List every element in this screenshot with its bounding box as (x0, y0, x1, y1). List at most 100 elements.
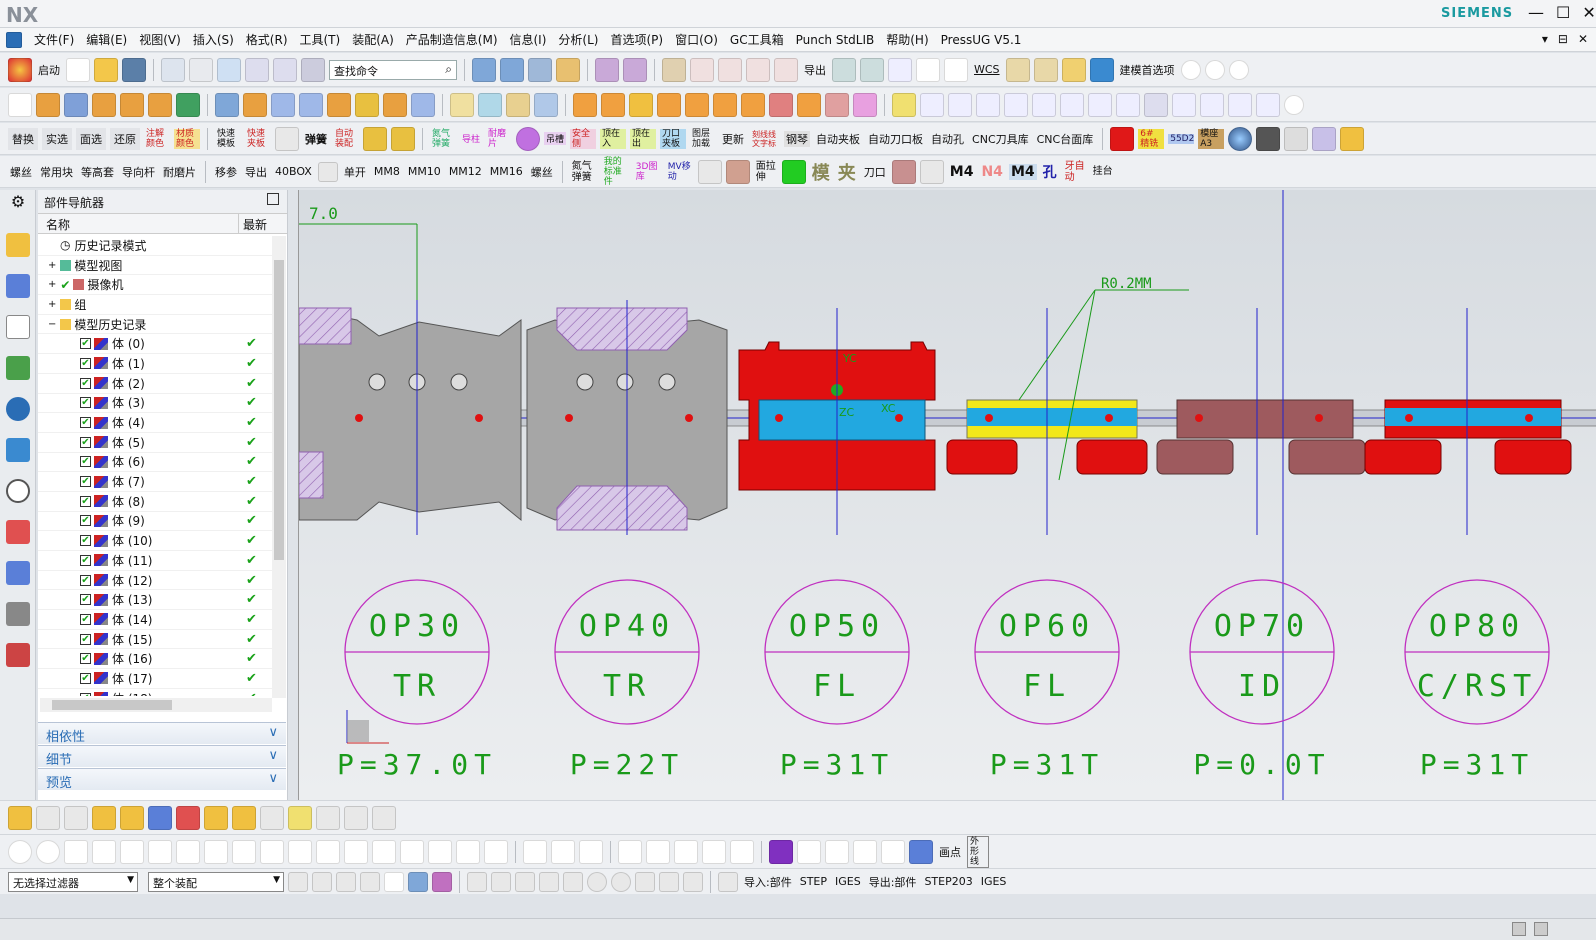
m4-button[interactable]: M4 (948, 164, 976, 180)
visibility-checkbox[interactable]: ✔ (80, 554, 91, 566)
assembly-navigator-icon[interactable] (6, 233, 30, 257)
auto-clamp-button[interactable]: 自动夹板 (814, 131, 862, 147)
visibility-checkbox[interactable]: ✔ (80, 574, 91, 586)
import-step-button[interactable]: STEP (798, 875, 829, 888)
sheet-icon-5[interactable] (506, 92, 530, 117)
mirror-assembly-icon[interactable] (92, 805, 116, 830)
cnc-tool-library-button[interactable]: CNC刀具库 (970, 131, 1031, 147)
menu-pmi[interactable]: 产品制造信息(M) (400, 31, 504, 48)
tree-node-body[interactable]: ✔ 体 (14) ✔ (38, 610, 272, 630)
selection-filter-dropdown[interactable]: 无选择过滤器 ▼ (8, 871, 138, 892)
tree-node-body[interactable]: ✔ 体 (18) ✔ (38, 689, 272, 696)
assembly-icon-6[interactable] (713, 92, 737, 117)
points-icon[interactable] (702, 839, 726, 864)
circle-2-icon[interactable] (344, 839, 368, 864)
solid-icon-4[interactable] (327, 92, 351, 117)
screw-2-button[interactable]: 螺丝 (529, 164, 555, 180)
note-color-button[interactable]: 注解颜色 (144, 129, 170, 149)
hoist-slot-button[interactable]: 吊槽 (544, 132, 567, 145)
solid-tool-icon-1[interactable] (363, 126, 387, 151)
mm8-button[interactable]: MM8 (372, 165, 402, 178)
tree-node-body[interactable]: ✔ 体 (17) ✔ (38, 669, 272, 689)
curve-icon-2[interactable] (690, 57, 714, 82)
constraint-navigator-icon[interactable] (6, 274, 30, 298)
part-navigator-icon[interactable] (6, 315, 30, 339)
line-4-icon[interactable] (232, 839, 256, 864)
assembly-icon-4[interactable] (657, 92, 681, 117)
solid-icon-5[interactable] (355, 92, 379, 117)
line-icon[interactable] (888, 57, 912, 82)
visibility-checkbox[interactable]: ✔ (80, 535, 91, 547)
assembly-icon-7[interactable] (741, 92, 765, 117)
rotate-arc-icon[interactable] (523, 839, 547, 864)
settings-gear-icon[interactable] (1312, 126, 1337, 151)
tree-node-body[interactable]: ✔ 体 (2) ✔ (38, 374, 272, 394)
surface-icon-1[interactable] (472, 57, 496, 82)
restore-doc-button[interactable]: ⊟ (1558, 32, 1568, 46)
tree-node-body[interactable]: ✔ 体 (10) ✔ (38, 531, 272, 551)
mm16-button[interactable]: MM16 (488, 165, 525, 178)
solid-icon-6[interactable] (383, 92, 407, 117)
3d-library-button[interactable]: 3D图库 (634, 162, 662, 182)
view-fit-icon[interactable] (217, 57, 241, 82)
link-icon[interactable] (892, 92, 916, 117)
tree-node-body[interactable]: ✔ 体 (1) ✔ (38, 354, 272, 374)
visibility-checkbox[interactable]: ✔ (80, 417, 91, 429)
navigator-vscrollbar[interactable] (272, 236, 286, 698)
my-standard-parts-button[interactable]: 我的标准件 (602, 157, 630, 187)
cutter-plate-button[interactable]: 刀口夹板 (660, 128, 687, 149)
arrow-right-icon[interactable] (1089, 57, 1114, 82)
menu-info[interactable]: 信息(I) (504, 31, 553, 48)
column-latest[interactable]: 最新 (238, 214, 276, 233)
solid-icon-2[interactable] (271, 92, 295, 117)
rect-select-3-icon[interactable] (384, 871, 404, 892)
corner-icon[interactable] (730, 839, 754, 864)
tree-node-body[interactable]: ✔ 体 (12) ✔ (38, 571, 272, 591)
expand-icon[interactable]: + (48, 279, 56, 290)
auto-thread-button[interactable]: 牙自动 (1063, 161, 1087, 183)
menu-gc-toolbox[interactable]: GC工具箱 (724, 31, 790, 48)
text-curve-icon[interactable] (909, 839, 933, 864)
hanger-stand-button[interactable]: 挂台 (1091, 166, 1115, 177)
tree-node-body[interactable]: ✔ 体 (3) ✔ (38, 394, 272, 414)
brush-icon[interactable] (1284, 126, 1309, 151)
solid-tool-icon-2[interactable] (391, 126, 415, 151)
minimize-button[interactable]: — (1528, 3, 1544, 22)
assembly-icon-1[interactable] (573, 92, 597, 117)
restore-button[interactable]: 还原 (110, 127, 140, 150)
constraint-icon[interactable] (148, 805, 172, 830)
menu-analysis[interactable]: 分析(L) (552, 31, 604, 48)
chain-link-icon[interactable] (288, 805, 312, 830)
plate-icon[interactable] (891, 159, 916, 184)
menu-view[interactable]: 视图(V) (133, 31, 187, 48)
cylinder-icon[interactable] (92, 92, 116, 117)
menu-window[interactable]: 窗口(O) (669, 31, 724, 48)
block-icon[interactable] (64, 92, 88, 117)
replace-component-icon[interactable] (232, 805, 256, 830)
move-component-icon[interactable] (120, 805, 144, 830)
visibility-checkbox[interactable]: ✔ (80, 377, 91, 389)
reuse-library-icon[interactable] (6, 356, 30, 380)
close-window-button[interactable]: ✕ (1582, 3, 1595, 22)
navigator-hscrollbar[interactable] (40, 698, 272, 712)
visibility-checkbox[interactable]: ✔ (80, 672, 91, 684)
visibility-checkbox[interactable]: ✔ (80, 357, 91, 369)
safety-side-button[interactable]: 安全侧 (570, 128, 597, 149)
assembly-scope-dropdown[interactable]: 整个装配 ▼ (148, 871, 284, 892)
visibility-checkbox[interactable]: ✔ (80, 613, 91, 625)
surface-icon-3[interactable] (528, 57, 552, 82)
divide-icon[interactable] (484, 839, 508, 864)
copy-icon[interactable] (273, 57, 297, 82)
visibility-checkbox[interactable]: ✔ (80, 476, 91, 488)
snap-point-icon[interactable] (467, 871, 487, 892)
trim-tool-icon[interactable] (1256, 92, 1280, 117)
material-color-button[interactable]: 材质颜色 (174, 128, 200, 149)
sheet-icon-3[interactable] (450, 92, 474, 117)
wear-plate-2-button[interactable]: 耐磨片 (161, 164, 198, 180)
auto-assembly-button[interactable]: 自动装配 (333, 129, 359, 149)
redo-icon[interactable] (189, 57, 213, 82)
tree-node-body[interactable]: ✔ 体 (13) ✔ (38, 590, 272, 611)
visibility-checkbox[interactable]: ✔ (80, 653, 91, 665)
filter-icon-3[interactable] (336, 871, 356, 892)
solid-icon-3[interactable] (299, 92, 323, 117)
